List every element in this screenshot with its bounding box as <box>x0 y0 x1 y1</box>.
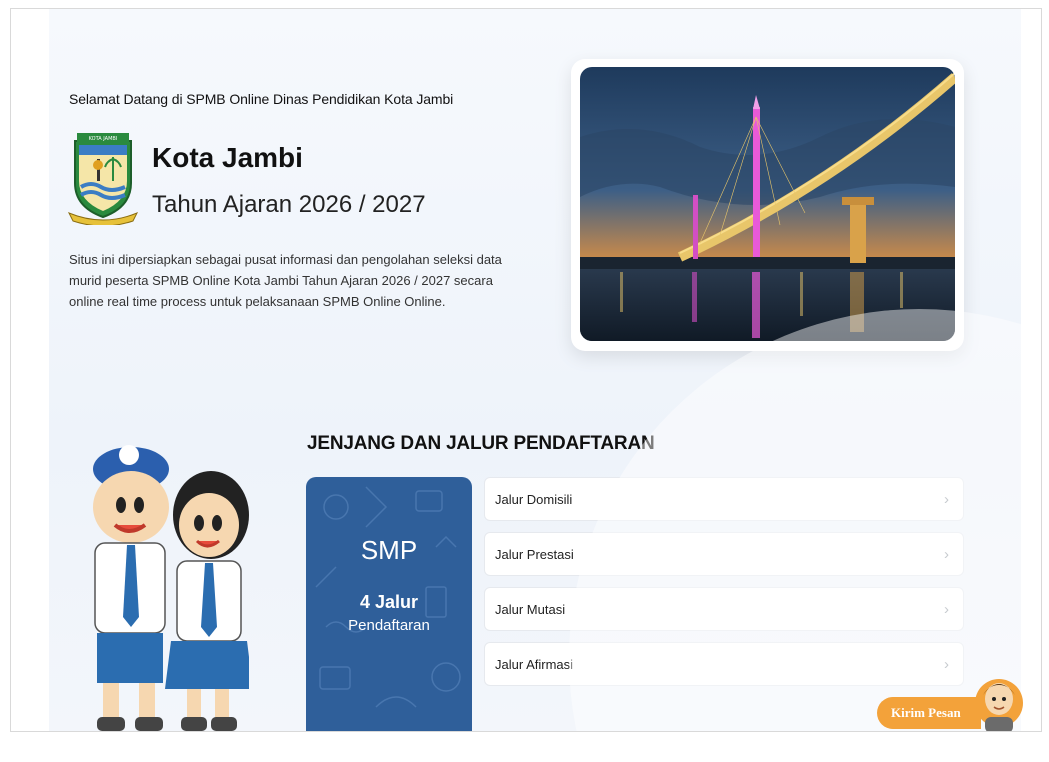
jambi-bridge-photo <box>580 67 955 341</box>
student-mascots-illustration <box>93 445 249 731</box>
hero-photo-card <box>571 59 964 351</box>
route-item-afirmasi[interactable]: Jalur Afirmasi › <box>484 642 964 686</box>
browser-frame: Selamat Datang di SPMB Online Dinas Pend… <box>10 8 1042 732</box>
route-item-domisili[interactable]: Jalur Domisili › <box>484 477 964 521</box>
academic-year: Tahun Ajaran 2026 / 2027 <box>152 191 426 218</box>
page-content: Selamat Datang di SPMB Online Dinas Pend… <box>49 9 1021 731</box>
level-name: SMP <box>360 535 418 565</box>
route-item-mutasi[interactable]: Jalur Mutasi › <box>484 587 964 631</box>
site-description: Situs ini dipersiapkan sebagai pusat inf… <box>69 252 502 309</box>
chevron-right-icon: › <box>944 600 949 618</box>
chevron-right-icon: › <box>944 490 949 508</box>
svg-text:KOTA JAMBI: KOTA JAMBI <box>89 136 118 142</box>
route-label: Jalur Afirmasi <box>495 656 574 672</box>
route-count: 4 Jalur <box>359 592 419 612</box>
kota-jambi-logo: KOTA JAMBI <box>67 133 139 225</box>
route-label: Jalur Prestasi <box>495 546 574 562</box>
route-item-prestasi[interactable]: Jalur Prestasi › <box>484 532 964 576</box>
route-label: Jalur Domisili <box>495 491 573 507</box>
route-list: Jalur Domisili › Jalur Prestasi › Jalur … <box>484 477 964 697</box>
route-count-caption: Pendaftaran <box>348 617 430 634</box>
send-message-button[interactable]: Kirim Pesan <box>877 697 981 729</box>
route-label: Jalur Mutasi <box>495 601 566 617</box>
chevron-right-icon: › <box>944 545 949 563</box>
welcome-text: Selamat Datang di SPMB Online Dinas Pend… <box>69 91 454 107</box>
chat-assistant-avatar-icon[interactable] <box>973 673 1025 732</box>
level-card-smp[interactable]: SMP 4 Jalur Pendaftaran <box>306 477 472 731</box>
city-name: Kota Jambi <box>152 142 303 173</box>
chevron-right-icon: › <box>944 655 949 673</box>
section-title: JENJANG DAN JALUR PENDAFTARAN <box>307 433 655 454</box>
